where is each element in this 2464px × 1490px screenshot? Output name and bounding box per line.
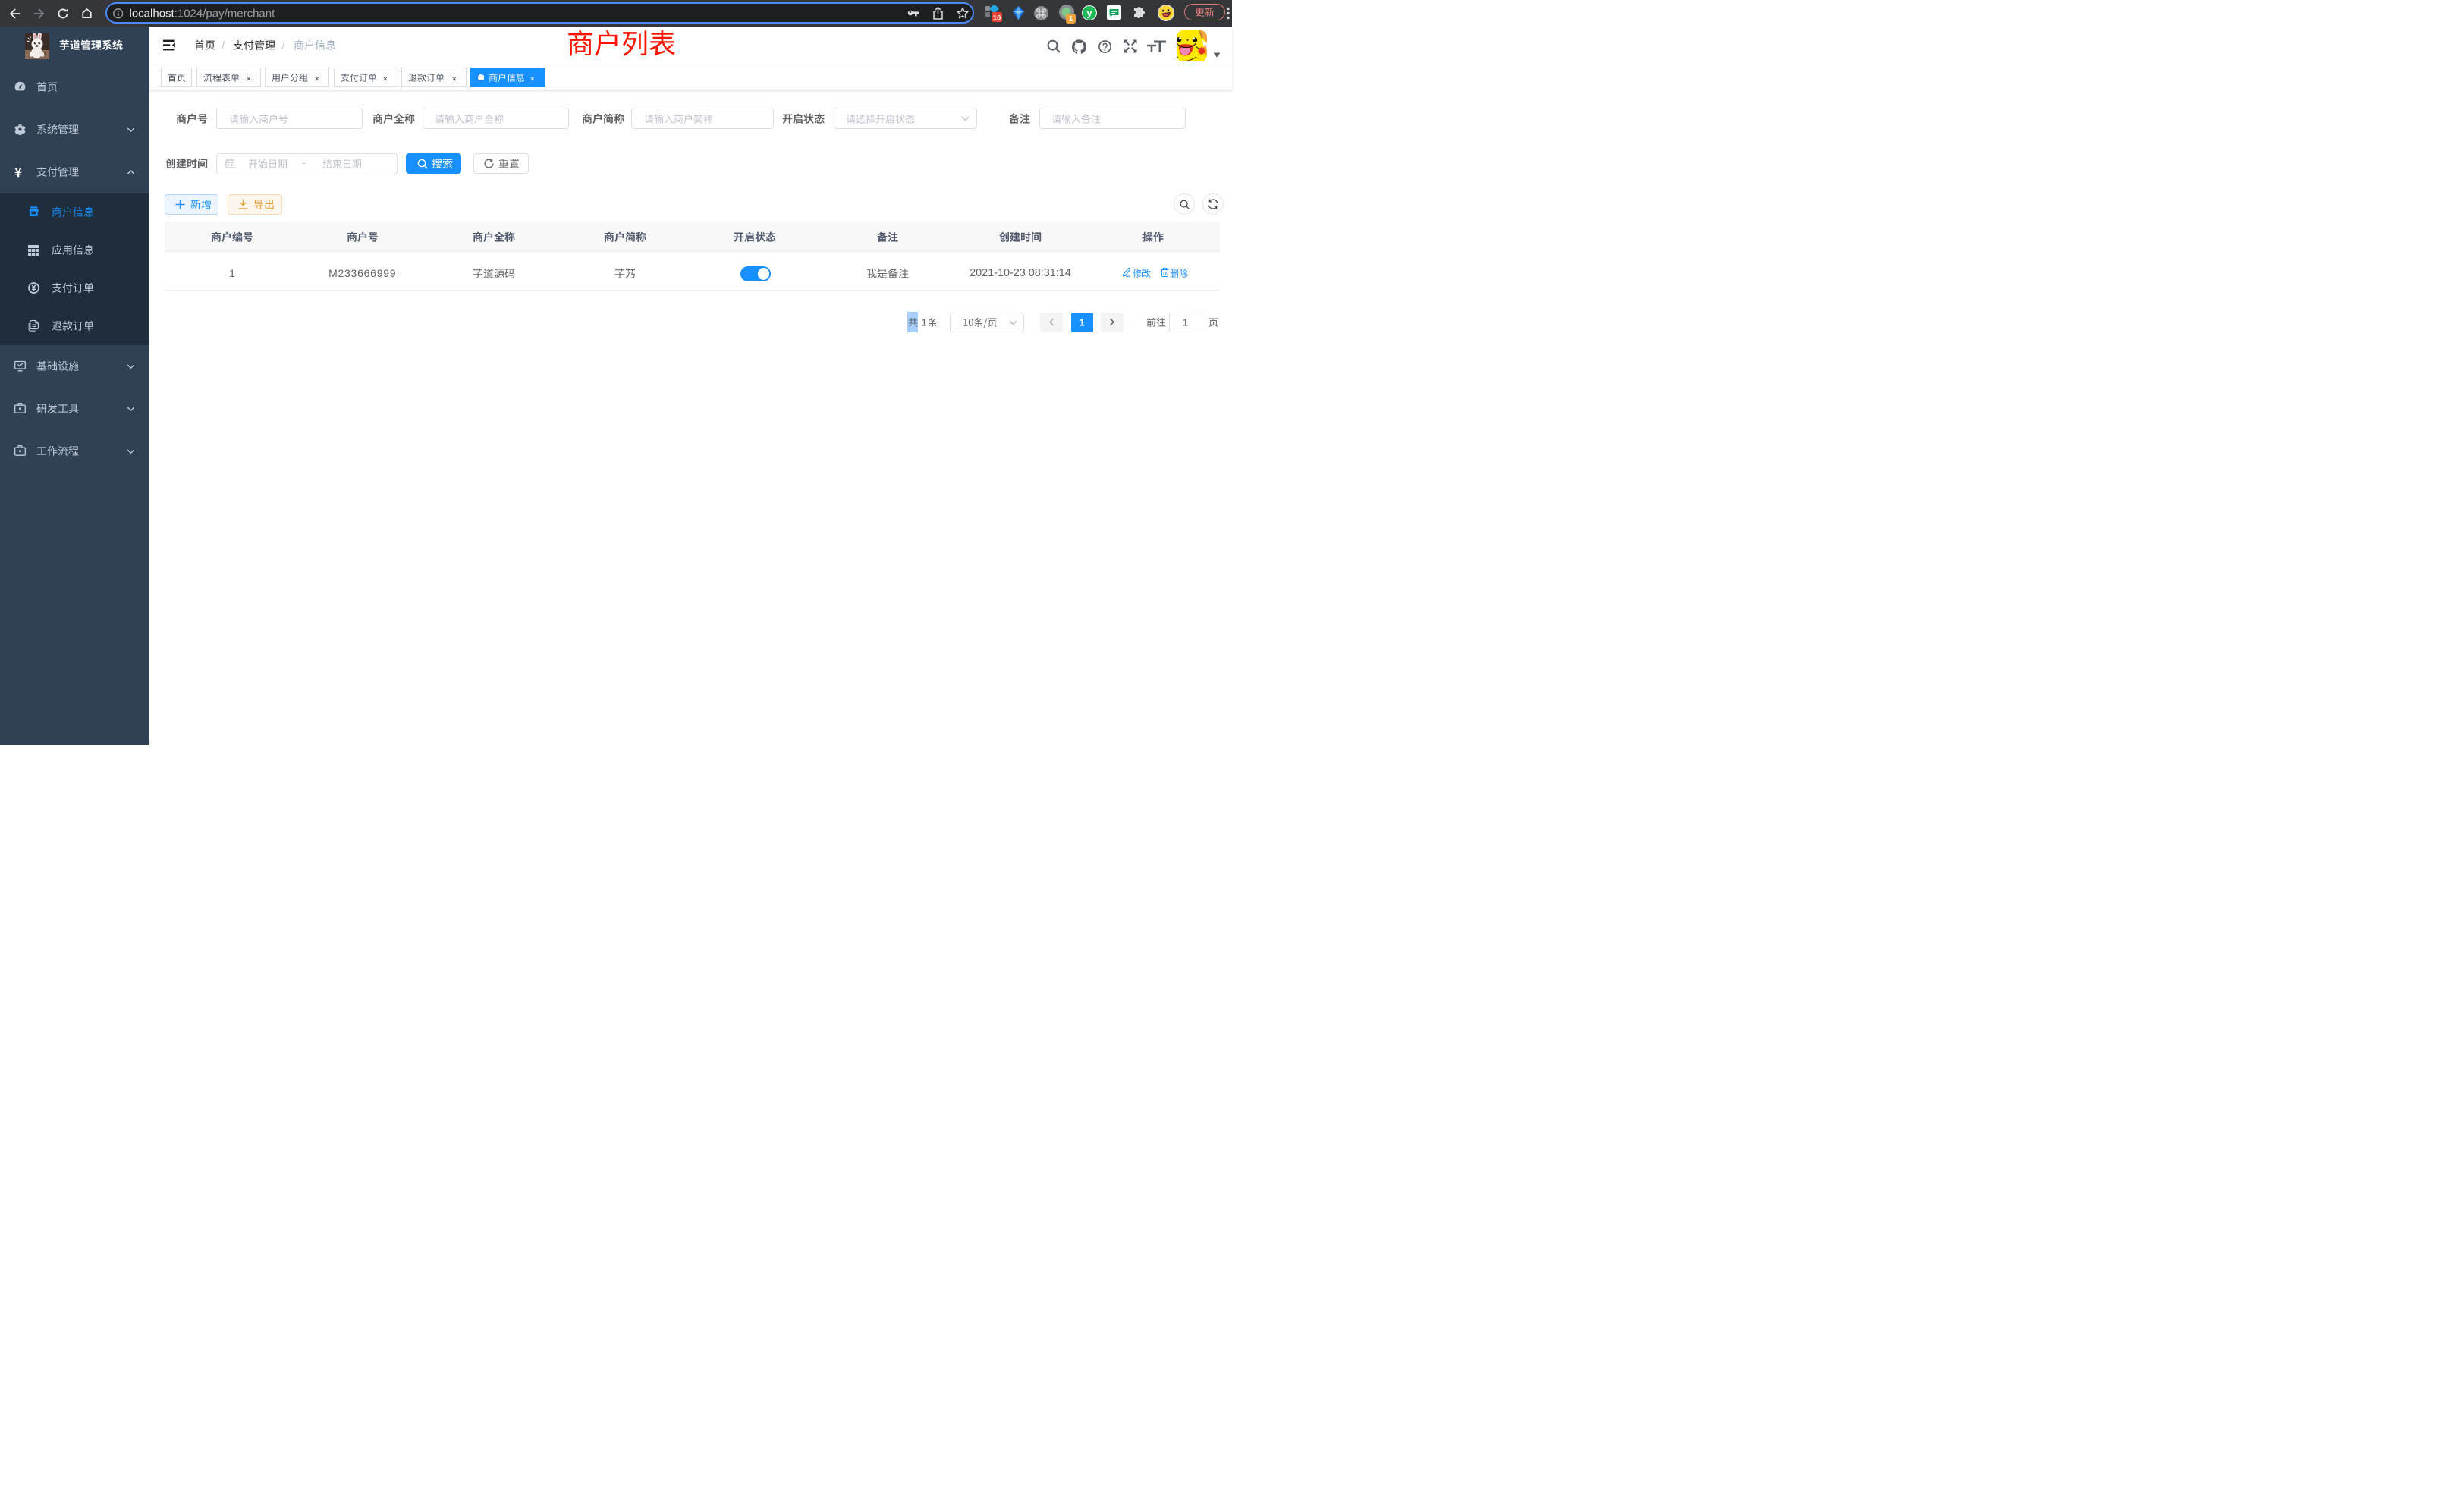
svg-text:1: 1 bbox=[1069, 15, 1073, 24]
svg-text:10: 10 bbox=[993, 14, 1001, 23]
svg-text:y: y bbox=[1086, 8, 1092, 19]
